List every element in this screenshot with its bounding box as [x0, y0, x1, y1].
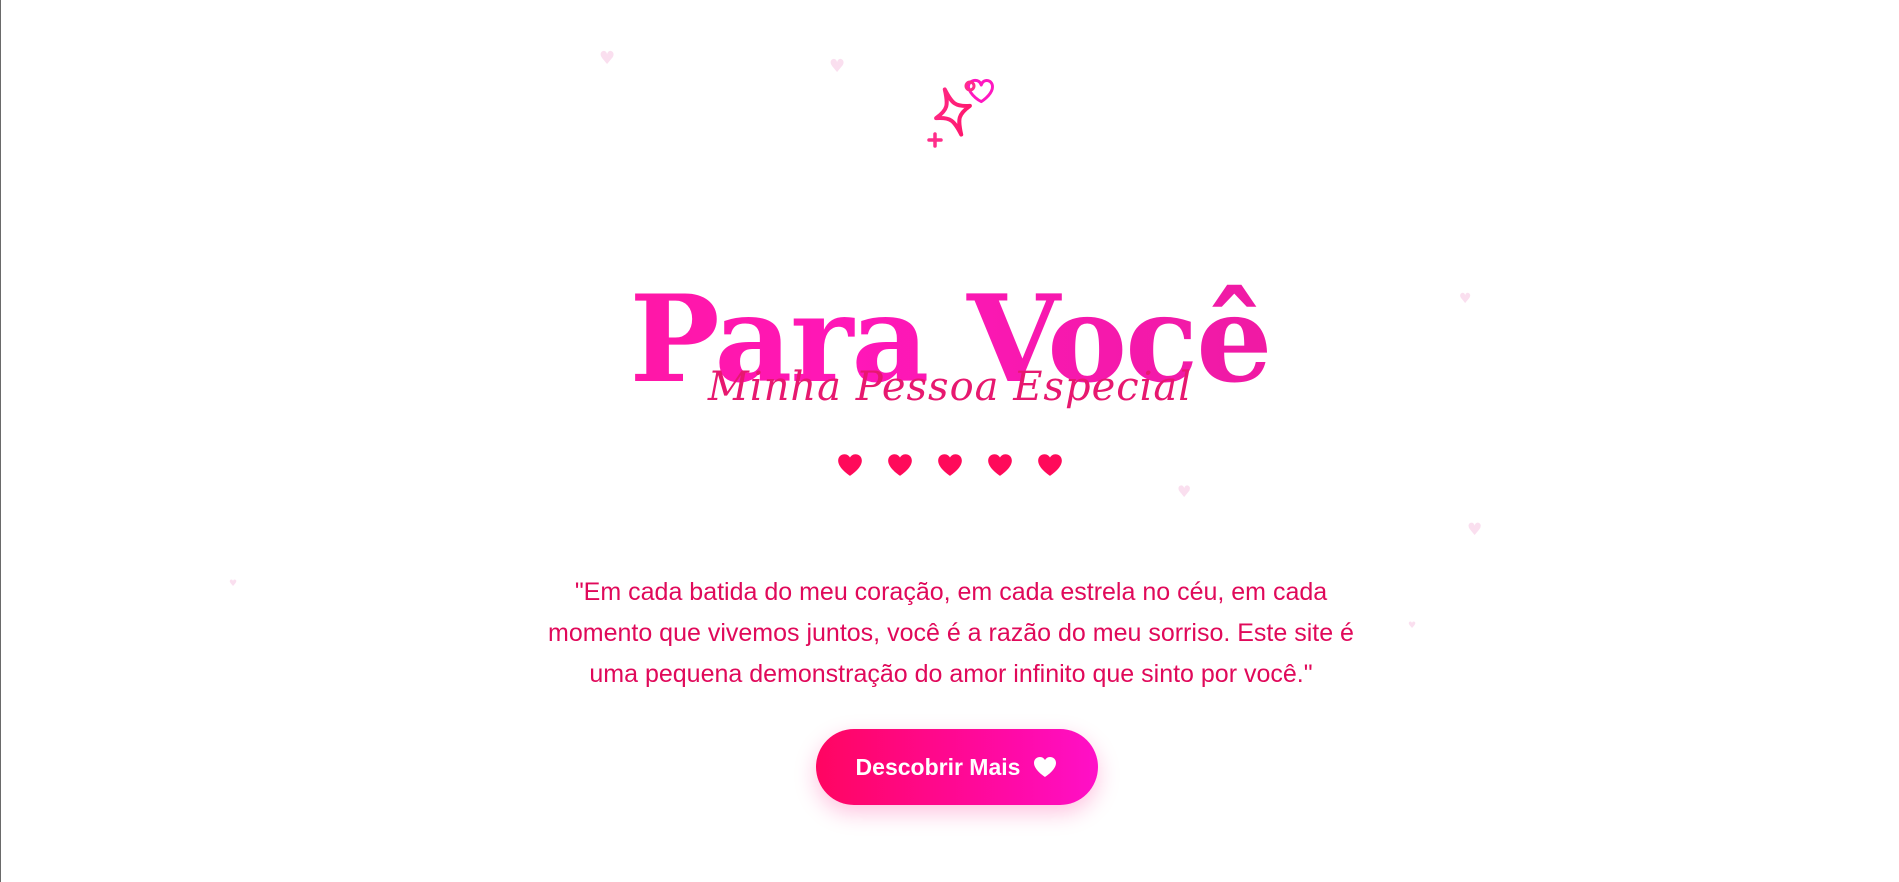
love-quote: "Em cada batida do meu coração, em cada …	[548, 578, 1354, 688]
sparkle-heart-icon	[927, 78, 994, 148]
floating-heart-icon: ♥	[829, 56, 846, 77]
floating-heart-icon: ♥	[1467, 520, 1483, 540]
heart-icon	[936, 452, 964, 478]
heart-icon	[1034, 757, 1057, 777]
page: ♥ ♥ ♥ ♥ ♥ ♥ ♥ Para Você Minha Pessoa Esp…	[0, 0, 1899, 882]
heart-icon	[836, 452, 864, 478]
floating-heart-icon: ♥	[1177, 482, 1192, 501]
floating-heart-icon: ♥	[1408, 621, 1417, 631]
floating-heart-icon: ♥	[229, 579, 238, 589]
page-subtitle: Minha Pessoa Especial	[707, 364, 1193, 410]
hearts-rating	[1, 452, 1899, 478]
heart-icon	[886, 452, 914, 478]
heart-icon	[1036, 452, 1064, 478]
discover-more-label: Descobrir Mais	[855, 753, 1021, 780]
floating-heart-icon: ♥	[599, 48, 616, 69]
discover-more-button[interactable]: Descobrir Mais	[816, 729, 1098, 805]
heart-icon	[986, 452, 1014, 478]
